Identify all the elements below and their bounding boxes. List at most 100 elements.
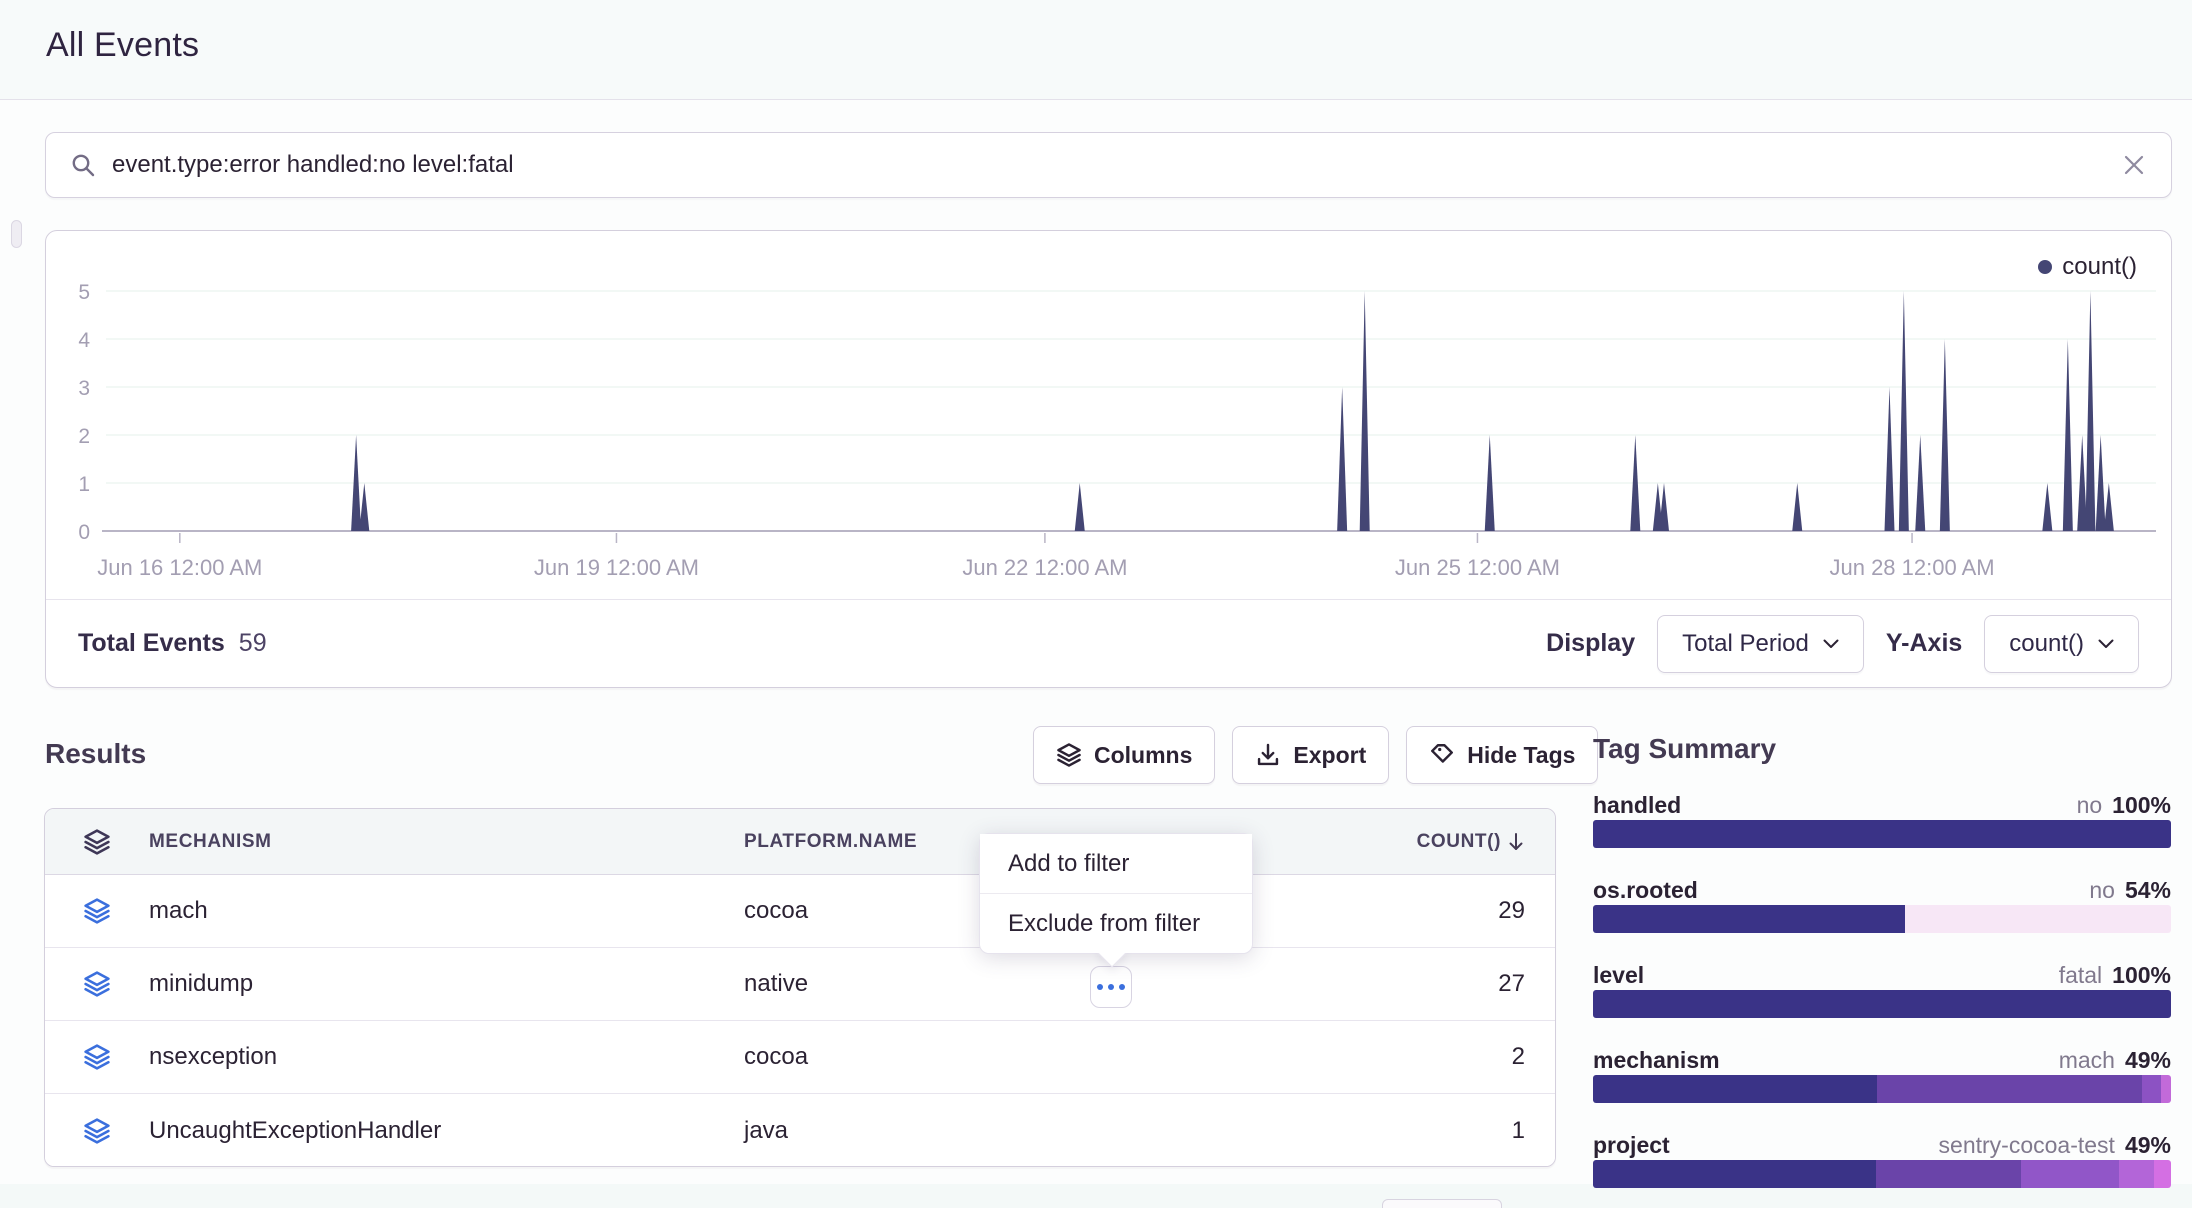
total-events-label: Total Events [78,629,225,658]
tag-bar-segment[interactable] [1593,905,1905,933]
tag-bar-segment[interactable] [1593,1075,1877,1103]
tag-name: handled [1593,792,1681,819]
search-input[interactable]: event.type:error handled:no level:fatal [112,151,2121,179]
menu-item-exclude-from-filter[interactable]: Exclude from filter [980,894,1252,953]
table-row[interactable]: UncaughtExceptionHandler java 1 [45,1094,1555,1167]
tag-distribution-bar[interactable] [1593,820,2171,848]
layers-icon[interactable] [83,828,111,856]
y-axis-dropdown-value: count() [2009,630,2084,658]
chevron-down-icon [2098,639,2114,649]
tag-distribution-bar[interactable] [1593,905,2171,933]
tag-summary-panel: Tag Summary handled no 100% os.rooted no… [1593,733,2171,1208]
tag-name: project [1593,1132,1670,1159]
hide-tags-button-label: Hide Tags [1467,742,1575,769]
svg-text:3: 3 [78,377,90,400]
cell-count: 1 [1115,1117,1555,1145]
layers-icon [83,1043,111,1071]
search-icon [70,152,96,178]
download-icon [1255,742,1281,768]
search-bar[interactable]: event.type:error handled:no level:fatal [45,132,2172,198]
display-label: Display [1546,629,1635,658]
cell-actions-button[interactable] [1090,966,1132,1008]
tag-bar-segment[interactable] [1877,1075,2141,1103]
table-row[interactable]: nsexception cocoa 2 [45,1021,1555,1094]
panel-drag-handle[interactable] [11,220,22,248]
tag-bar-segment[interactable] [2119,1160,2154,1188]
tag-top-percent: 100% [2112,792,2171,819]
display-dropdown-value: Total Period [1682,630,1809,658]
cell-count: 27 [1115,970,1555,998]
export-button[interactable]: Export [1232,726,1389,784]
svg-text:Jun 19 12:00 AM: Jun 19 12:00 AM [534,555,699,580]
events-chart-panel: 012345Jun 16 12:00 AMJun 19 12:00 AMJun … [45,230,2172,688]
tag-item-handled: handled no 100% [1593,791,2171,848]
tag-bar-segment[interactable] [2021,1160,2119,1188]
tag-top-value: sentry-cocoa-test [1939,1132,2115,1159]
events-chart[interactable]: 012345Jun 16 12:00 AMJun 19 12:00 AMJun … [46,231,2171,583]
menu-item-add-to-filter[interactable]: Add to filter [980,834,1252,893]
tag-bar-segment[interactable] [1593,990,2171,1018]
svg-text:1: 1 [78,473,90,496]
tag-distribution-bar[interactable] [1593,1160,2171,1188]
svg-text:0: 0 [78,521,90,544]
table-row[interactable]: mach cocoa 29 [45,875,1555,948]
tag-item-mechanism: mechanism mach 49% [1593,1046,2171,1103]
tag-item-os-rooted: os.rooted no 54% [1593,876,2171,933]
tag-bar-segment[interactable] [1593,1160,1876,1188]
tag-distribution-bar[interactable] [1593,990,2171,1018]
column-header-mechanism[interactable]: MECHANISM [149,831,744,853]
results-toolbar: Columns Export Hide Tags [1033,726,1598,784]
cell-platform[interactable]: cocoa [744,1043,1115,1071]
clear-search-icon[interactable] [2121,152,2147,178]
cell-mechanism[interactable]: nsexception [149,1043,744,1071]
cell-mechanism[interactable]: mach [149,897,744,925]
tag-item-project: project sentry-cocoa-test 49% [1593,1131,2171,1188]
cell-platform[interactable]: java [744,1117,1115,1145]
tag-bar-segment[interactable] [1876,1160,2021,1188]
layers-icon [83,1117,111,1145]
hide-tags-button[interactable]: Hide Tags [1406,726,1598,784]
y-axis-dropdown[interactable]: count() [1984,615,2139,673]
y-axis-label: Y-Axis [1886,629,1962,658]
tag-top-value: no [2077,792,2103,819]
tag-distribution-bar[interactable] [1593,1075,2171,1103]
page-header: All Events [0,0,2192,100]
chart-footer: Total Events 59 Display Total Period Y-A… [46,599,2171,687]
layers-icon [83,970,111,998]
tag-name: level [1593,962,1644,989]
legend-dot [2038,260,2052,274]
page-title: All Events [46,26,199,65]
tag-summary-title: Tag Summary [1593,733,2171,765]
tag-top-percent: 54% [2125,877,2171,904]
tag-bar-segment[interactable] [2154,1160,2171,1188]
tag-top-percent: 49% [2125,1047,2171,1074]
tag-top-percent: 49% [2125,1132,2171,1159]
sort-desc-icon [1507,832,1525,852]
tag-name: mechanism [1593,1047,1720,1074]
pagination-controls[interactable] [1382,1199,1502,1208]
tag-bar-segment[interactable] [2161,1075,2171,1103]
tag-bar-segment[interactable] [2142,1075,2162,1103]
svg-text:Jun 16 12:00 AM: Jun 16 12:00 AM [97,555,262,580]
chart-legend[interactable]: count() [2038,253,2137,281]
cell-mechanism[interactable]: UncaughtExceptionHandler [149,1117,744,1145]
svg-text:2: 2 [78,425,90,448]
total-events-value: 59 [239,629,267,658]
svg-text:Jun 22 12:00 AM: Jun 22 12:00 AM [962,555,1127,580]
tag-bar-segment[interactable] [1593,820,2171,848]
results-table: MECHANISM PLATFORM.NAME COUNT() mach coc… [44,808,1556,1167]
cell-count: 2 [1115,1043,1555,1071]
results-heading: Results [45,738,146,770]
legend-label: count() [2062,253,2137,281]
columns-button[interactable]: Columns [1033,726,1215,784]
cell-mechanism[interactable]: minidump [149,970,744,998]
display-dropdown[interactable]: Total Period [1657,615,1864,673]
svg-text:5: 5 [78,281,90,304]
layers-icon [83,897,111,925]
export-button-label: Export [1293,742,1366,769]
tag-item-level: level fatal 100% [1593,961,2171,1018]
cell-platform[interactable]: native [744,970,1115,998]
table-header-row: MECHANISM PLATFORM.NAME COUNT() [45,809,1555,875]
table-row[interactable]: minidump native 27 [45,948,1555,1021]
tag-bar-segment[interactable] [1905,905,2171,933]
